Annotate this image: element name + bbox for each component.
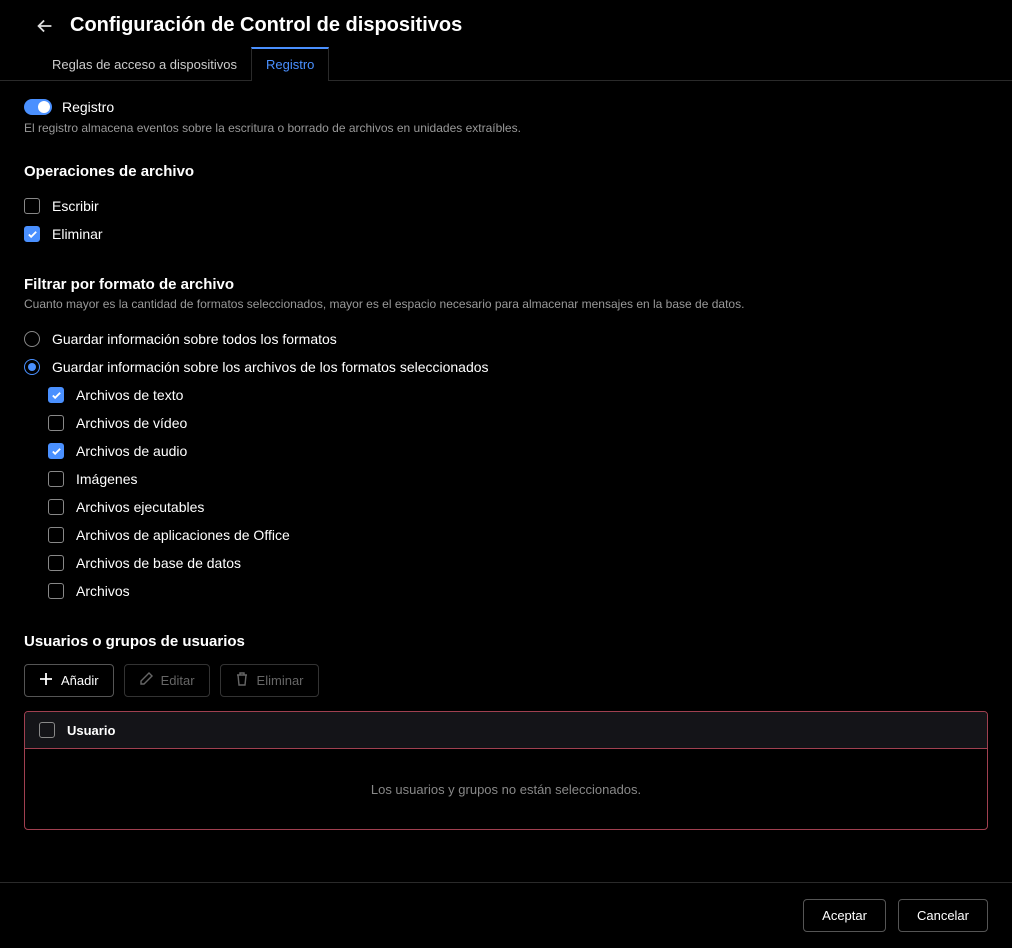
checkbox-write-label: Escribir bbox=[52, 198, 99, 214]
select-all-checkbox[interactable] bbox=[39, 722, 55, 738]
checkbox-db-label: Archivos de base de datos bbox=[76, 555, 241, 571]
cancel-button[interactable]: Cancelar bbox=[898, 899, 988, 932]
page-header: Configuración de Control de dispositivos bbox=[0, 0, 1012, 47]
checkbox-db[interactable] bbox=[48, 555, 64, 571]
format-list: Archivos de texto Archivos de vídeo Arch… bbox=[48, 381, 988, 605]
log-toggle-label: Registro bbox=[62, 99, 114, 115]
checkbox-delete-label: Eliminar bbox=[52, 226, 103, 242]
section-file-ops-title: Operaciones de archivo bbox=[24, 163, 988, 180]
checkbox-office-row[interactable]: Archivos de aplicaciones de Office bbox=[48, 521, 988, 549]
section-format-desc: Cuanto mayor es la cantidad de formatos … bbox=[24, 297, 988, 311]
trash-icon bbox=[235, 672, 249, 689]
checkbox-images-label: Imágenes bbox=[76, 471, 137, 487]
checkbox-delete[interactable] bbox=[24, 226, 40, 242]
page-title: Configuración de Control de dispositivos bbox=[70, 14, 462, 37]
footer: Aceptar Cancelar bbox=[0, 882, 1012, 948]
radio-all-formats-row[interactable]: Guardar información sobre todos los form… bbox=[24, 325, 988, 353]
checkbox-video[interactable] bbox=[48, 415, 64, 431]
radio-selected-formats-label: Guardar información sobre los archivos d… bbox=[52, 359, 489, 375]
users-table-empty: Los usuarios y grupos no están seleccion… bbox=[25, 749, 987, 829]
checkbox-office[interactable] bbox=[48, 527, 64, 543]
checkbox-text-row[interactable]: Archivos de texto bbox=[48, 381, 988, 409]
radio-selected-formats[interactable] bbox=[24, 359, 40, 375]
checkbox-images-row[interactable]: Imágenes bbox=[48, 465, 988, 493]
tabs: Reglas de acceso a dispositivos Registro bbox=[0, 47, 1012, 81]
checkbox-write-row[interactable]: Escribir bbox=[24, 192, 988, 220]
checkbox-office-label: Archivos de aplicaciones de Office bbox=[76, 527, 290, 543]
pencil-icon bbox=[139, 672, 153, 689]
checkbox-images[interactable] bbox=[48, 471, 64, 487]
checkbox-exe[interactable] bbox=[48, 499, 64, 515]
log-toggle-desc: El registro almacena eventos sobre la es… bbox=[24, 121, 988, 135]
add-button-label: Añadir bbox=[61, 673, 99, 688]
checkbox-audio-row[interactable]: Archivos de audio bbox=[48, 437, 988, 465]
checkbox-delete-row[interactable]: Eliminar bbox=[24, 220, 988, 248]
checkbox-audio[interactable] bbox=[48, 443, 64, 459]
accept-button[interactable]: Aceptar bbox=[803, 899, 886, 932]
users-button-row: Añadir Editar Eliminar bbox=[24, 664, 988, 697]
checkbox-archive-row[interactable]: Archivos bbox=[48, 577, 988, 605]
checkbox-video-label: Archivos de vídeo bbox=[76, 415, 187, 431]
checkbox-db-row[interactable]: Archivos de base de datos bbox=[48, 549, 988, 577]
log-toggle[interactable] bbox=[24, 99, 52, 115]
checkbox-archive-label: Archivos bbox=[76, 583, 130, 599]
back-arrow-icon[interactable] bbox=[34, 15, 56, 37]
edit-button: Editar bbox=[124, 664, 210, 697]
checkbox-exe-label: Archivos ejecutables bbox=[76, 499, 204, 515]
checkbox-exe-row[interactable]: Archivos ejecutables bbox=[48, 493, 988, 521]
add-button[interactable]: Añadir bbox=[24, 664, 114, 697]
section-users-title: Usuarios o grupos de usuarios bbox=[24, 633, 988, 650]
plus-icon bbox=[39, 672, 53, 689]
checkbox-text[interactable] bbox=[48, 387, 64, 403]
delete-button-label: Eliminar bbox=[257, 673, 304, 688]
radio-selected-formats-row[interactable]: Guardar información sobre los archivos d… bbox=[24, 353, 988, 381]
section-format-title: Filtrar por formato de archivo bbox=[24, 276, 988, 293]
tab-access-rules[interactable]: Reglas de acceso a dispositivos bbox=[38, 47, 251, 80]
radio-all-formats[interactable] bbox=[24, 331, 40, 347]
checkbox-text-label: Archivos de texto bbox=[76, 387, 183, 403]
users-table-header: Usuario bbox=[25, 712, 987, 749]
log-toggle-row: Registro bbox=[24, 99, 988, 115]
users-col-user: Usuario bbox=[67, 723, 115, 738]
tab-log[interactable]: Registro bbox=[251, 47, 329, 81]
checkbox-audio-label: Archivos de audio bbox=[76, 443, 187, 459]
edit-button-label: Editar bbox=[161, 673, 195, 688]
delete-button: Eliminar bbox=[220, 664, 319, 697]
radio-all-formats-label: Guardar información sobre todos los form… bbox=[52, 331, 337, 347]
users-table: Usuario Los usuarios y grupos no están s… bbox=[24, 711, 988, 830]
checkbox-video-row[interactable]: Archivos de vídeo bbox=[48, 409, 988, 437]
checkbox-write[interactable] bbox=[24, 198, 40, 214]
checkbox-archive[interactable] bbox=[48, 583, 64, 599]
content-area: Registro El registro almacena eventos so… bbox=[0, 81, 1012, 883]
